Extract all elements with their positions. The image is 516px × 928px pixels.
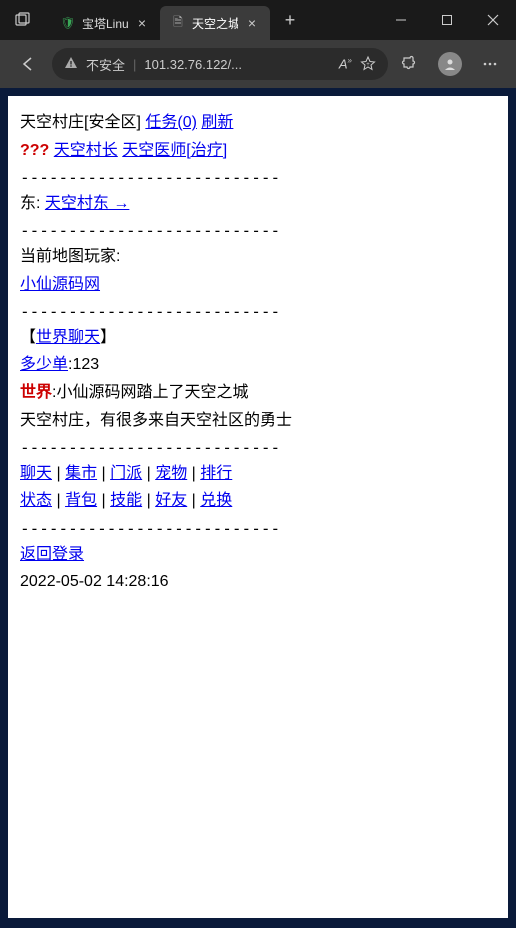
npc-village-chief[interactable]: 天空村长 [54,142,118,159]
refresh-link[interactable]: 刷新 [201,114,233,131]
player-link[interactable]: 小仙源码网 [20,276,100,293]
tab-baota[interactable]: 🛡 宝塔Linux × [50,6,160,40]
nav-row-1: 聊天 | 集市 | 门派 | 宠物 | 排行 [20,461,496,487]
svg-text:+: + [366,62,370,68]
task-link[interactable]: 任务(0) [145,114,197,131]
separator: --------------------------- [20,516,496,542]
nav-sect[interactable]: 门派 [110,465,142,482]
tab-overview-icon[interactable] [8,5,38,35]
question-icon: ??? [20,142,49,159]
nav-chat[interactable]: 聊天 [20,465,52,482]
separator: --------------------------- [20,299,496,325]
back-button[interactable] [8,46,48,82]
page-content: 天空村庄[安全区] 任务(0) 刷新 ??? 天空村长 天空医师[治疗] ---… [8,96,508,918]
tab-title: 天空之城 [192,15,238,32]
nav-bag[interactable]: 背包 [65,492,97,509]
title-bar: 🛡 宝塔Linux × 🗎 天空之城 × + [0,0,516,40]
tab-favicon-baota: 🛡 [60,15,76,31]
url-text: 101.32.76.122/... [144,57,330,72]
favorite-icon[interactable]: + [360,55,376,74]
chat-prefix-link[interactable]: 多少单 [20,356,68,373]
nav-friend[interactable]: 好友 [155,492,187,509]
return-login-link[interactable]: 返回登录 [20,546,84,563]
nav-skill[interactable]: 技能 [110,492,142,509]
minimize-button[interactable] [378,0,424,40]
maximize-button[interactable] [424,0,470,40]
close-icon[interactable]: × [244,15,260,31]
address-bar: 不安全 | 101.32.76.122/... A» + [0,40,516,88]
world-chat-link[interactable]: 世界聊天 [36,329,100,346]
reader-mode-icon[interactable]: A» [339,56,352,71]
extensions-icon[interactable] [392,46,428,82]
npc-doctor[interactable]: 天空医师[治疗] [122,142,227,159]
nav-row-2: 状态 | 背包 | 技能 | 好友 | 兑换 [20,488,496,514]
direction-label: 东: [20,195,40,212]
close-button[interactable] [470,0,516,40]
separator: --------------------------- [20,218,496,244]
current-players-label: 当前地图玩家: [20,248,120,265]
tab-title: 宝塔Linux [82,15,128,32]
nav-pet[interactable]: 宠物 [155,465,187,482]
menu-button[interactable] [472,46,508,82]
url-box[interactable]: 不安全 | 101.32.76.122/... A» + [52,48,388,80]
new-tab-button[interactable]: + [274,10,306,31]
browser-chrome: 🛡 宝塔Linux × 🗎 天空之城 × + [0,0,516,88]
nav-exchange[interactable]: 兑换 [200,492,232,509]
location-title: 天空村庄[安全区] [20,114,141,131]
timestamp: 2022-05-02 14:28:16 [20,573,169,590]
tab-game[interactable]: 🗎 天空之城 × [160,6,270,40]
security-warning-icon [64,56,78,73]
close-icon[interactable]: × [134,15,150,31]
nav-status[interactable]: 状态 [20,492,52,509]
separator: --------------------------- [20,435,496,461]
avatar-icon [438,52,462,76]
nav-market[interactable]: 集市 [65,465,97,482]
profile-button[interactable] [432,46,468,82]
world-label: 世界 [20,384,52,401]
village-description: 天空村庄，有很多来自天空社区的勇士 [20,412,292,429]
chat-prefix-suffix: :123 [68,356,99,373]
window-controls [378,0,516,40]
security-label: 不安全 [86,55,125,74]
nav-rank[interactable]: 排行 [200,465,232,482]
tab-favicon-game: 🗎 [170,15,186,31]
world-message: :小仙源码网踏上了天空之城 [52,384,248,401]
separator: --------------------------- [20,165,496,191]
direction-east-link[interactable]: 天空村东 → [45,195,129,212]
